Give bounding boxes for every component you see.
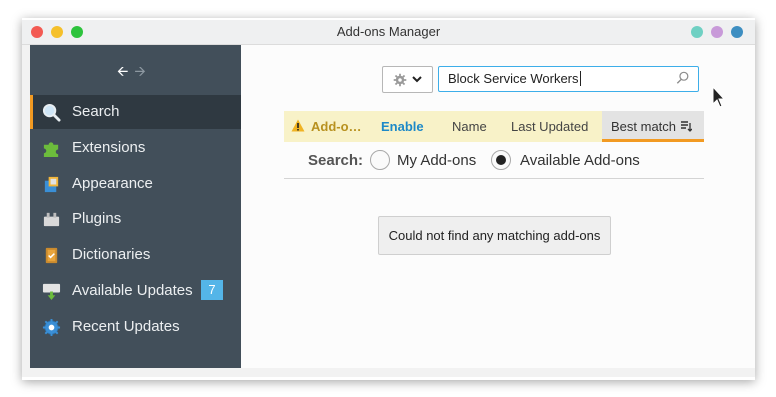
dictionary-icon: [45, 247, 58, 264]
sort-by-best-match[interactable]: Best match: [602, 111, 704, 142]
search-icon: [42, 103, 61, 122]
sidebar-item-label: Plugins: [72, 210, 122, 227]
titlebar-blue-button[interactable]: [731, 26, 743, 38]
available-addons-label[interactable]: Available Add-ons: [520, 152, 640, 169]
mouse-pointer-icon: [712, 86, 726, 108]
back-arrow-icon[interactable]: 🡨: [117, 63, 128, 79]
window-title: Add-ons Manager: [336, 24, 441, 39]
sidebar-item-label: Search: [72, 103, 120, 120]
update-icon: [42, 283, 61, 301]
sidebar-item-available-updates[interactable]: Available Updates 7: [30, 274, 241, 308]
title-bar: Add-ons Manager: [22, 20, 755, 45]
tools-menu-button[interactable]: [382, 66, 433, 93]
sidebar-item-label: Appearance: [72, 175, 153, 192]
gear-update-icon: [42, 318, 61, 337]
updates-count-badge: 7: [201, 280, 223, 300]
chevron-down-icon: [412, 76, 422, 83]
sort-by-enable[interactable]: Enable: [381, 119, 424, 134]
search-scope: Search: My Add-ons Available Add-ons: [284, 144, 704, 179]
search-input[interactable]: Block Service Workers: [438, 66, 699, 92]
category-sidebar: 🡨 🡪 Search Extensions Appearance Plugins…: [30, 45, 241, 368]
sort-by-warning[interactable]: Add-o…: [311, 119, 362, 134]
plugin-icon: [43, 212, 60, 227]
sidebar-item-recent-updates[interactable]: Recent Updates: [30, 310, 241, 344]
appearance-icon: [44, 176, 59, 193]
titlebar-purple-button[interactable]: [711, 26, 723, 38]
puzzle-icon: [43, 142, 59, 158]
main-content: Block Service Workers Add-o… Enable Name…: [241, 45, 755, 368]
history-navigation: 🡨 🡪: [117, 61, 146, 85]
sidebar-item-label: Extensions: [72, 139, 146, 156]
sidebar-item-dictionaries[interactable]: Dictionaries: [30, 238, 241, 272]
my-addons-radio[interactable]: [370, 150, 390, 170]
search-scope-label: Search:: [308, 152, 364, 169]
sort-best-match-label: Best match: [611, 119, 677, 134]
my-addons-label[interactable]: My Add-ons: [397, 152, 476, 169]
available-addons-radio[interactable]: [491, 150, 511, 170]
gear-icon: [393, 73, 407, 87]
sort-by-last-updated[interactable]: Last Updated: [511, 119, 588, 134]
sidebar-item-label: Recent Updates: [72, 318, 180, 335]
sidebar-item-extensions[interactable]: Extensions: [30, 131, 241, 165]
sort-by-name[interactable]: Name: [452, 119, 487, 134]
search-icon[interactable]: [676, 71, 690, 85]
sidebar-item-appearance[interactable]: Appearance: [30, 167, 241, 201]
warning-icon: [291, 119, 305, 132]
addons-manager-window: Add-ons Manager 🡨 🡪 Search Extensions Ap…: [22, 20, 755, 377]
sidebar-item-plugins[interactable]: Plugins: [30, 202, 241, 236]
sort-descending-icon: [681, 121, 692, 132]
sidebar-item-label: Dictionaries: [72, 246, 151, 263]
sort-bar: Add-o… Enable Name Last Updated Best mat…: [284, 111, 704, 142]
sidebar-item-label: Available Updates: [72, 282, 193, 299]
sidebar-item-search[interactable]: Search: [30, 95, 241, 129]
no-results-message: Could not find any matching add-ons: [378, 216, 611, 255]
search-input-value: Block Service Workers: [448, 71, 579, 86]
titlebar-teal-button[interactable]: [691, 26, 703, 38]
forward-arrow-icon[interactable]: 🡪: [134, 63, 145, 79]
